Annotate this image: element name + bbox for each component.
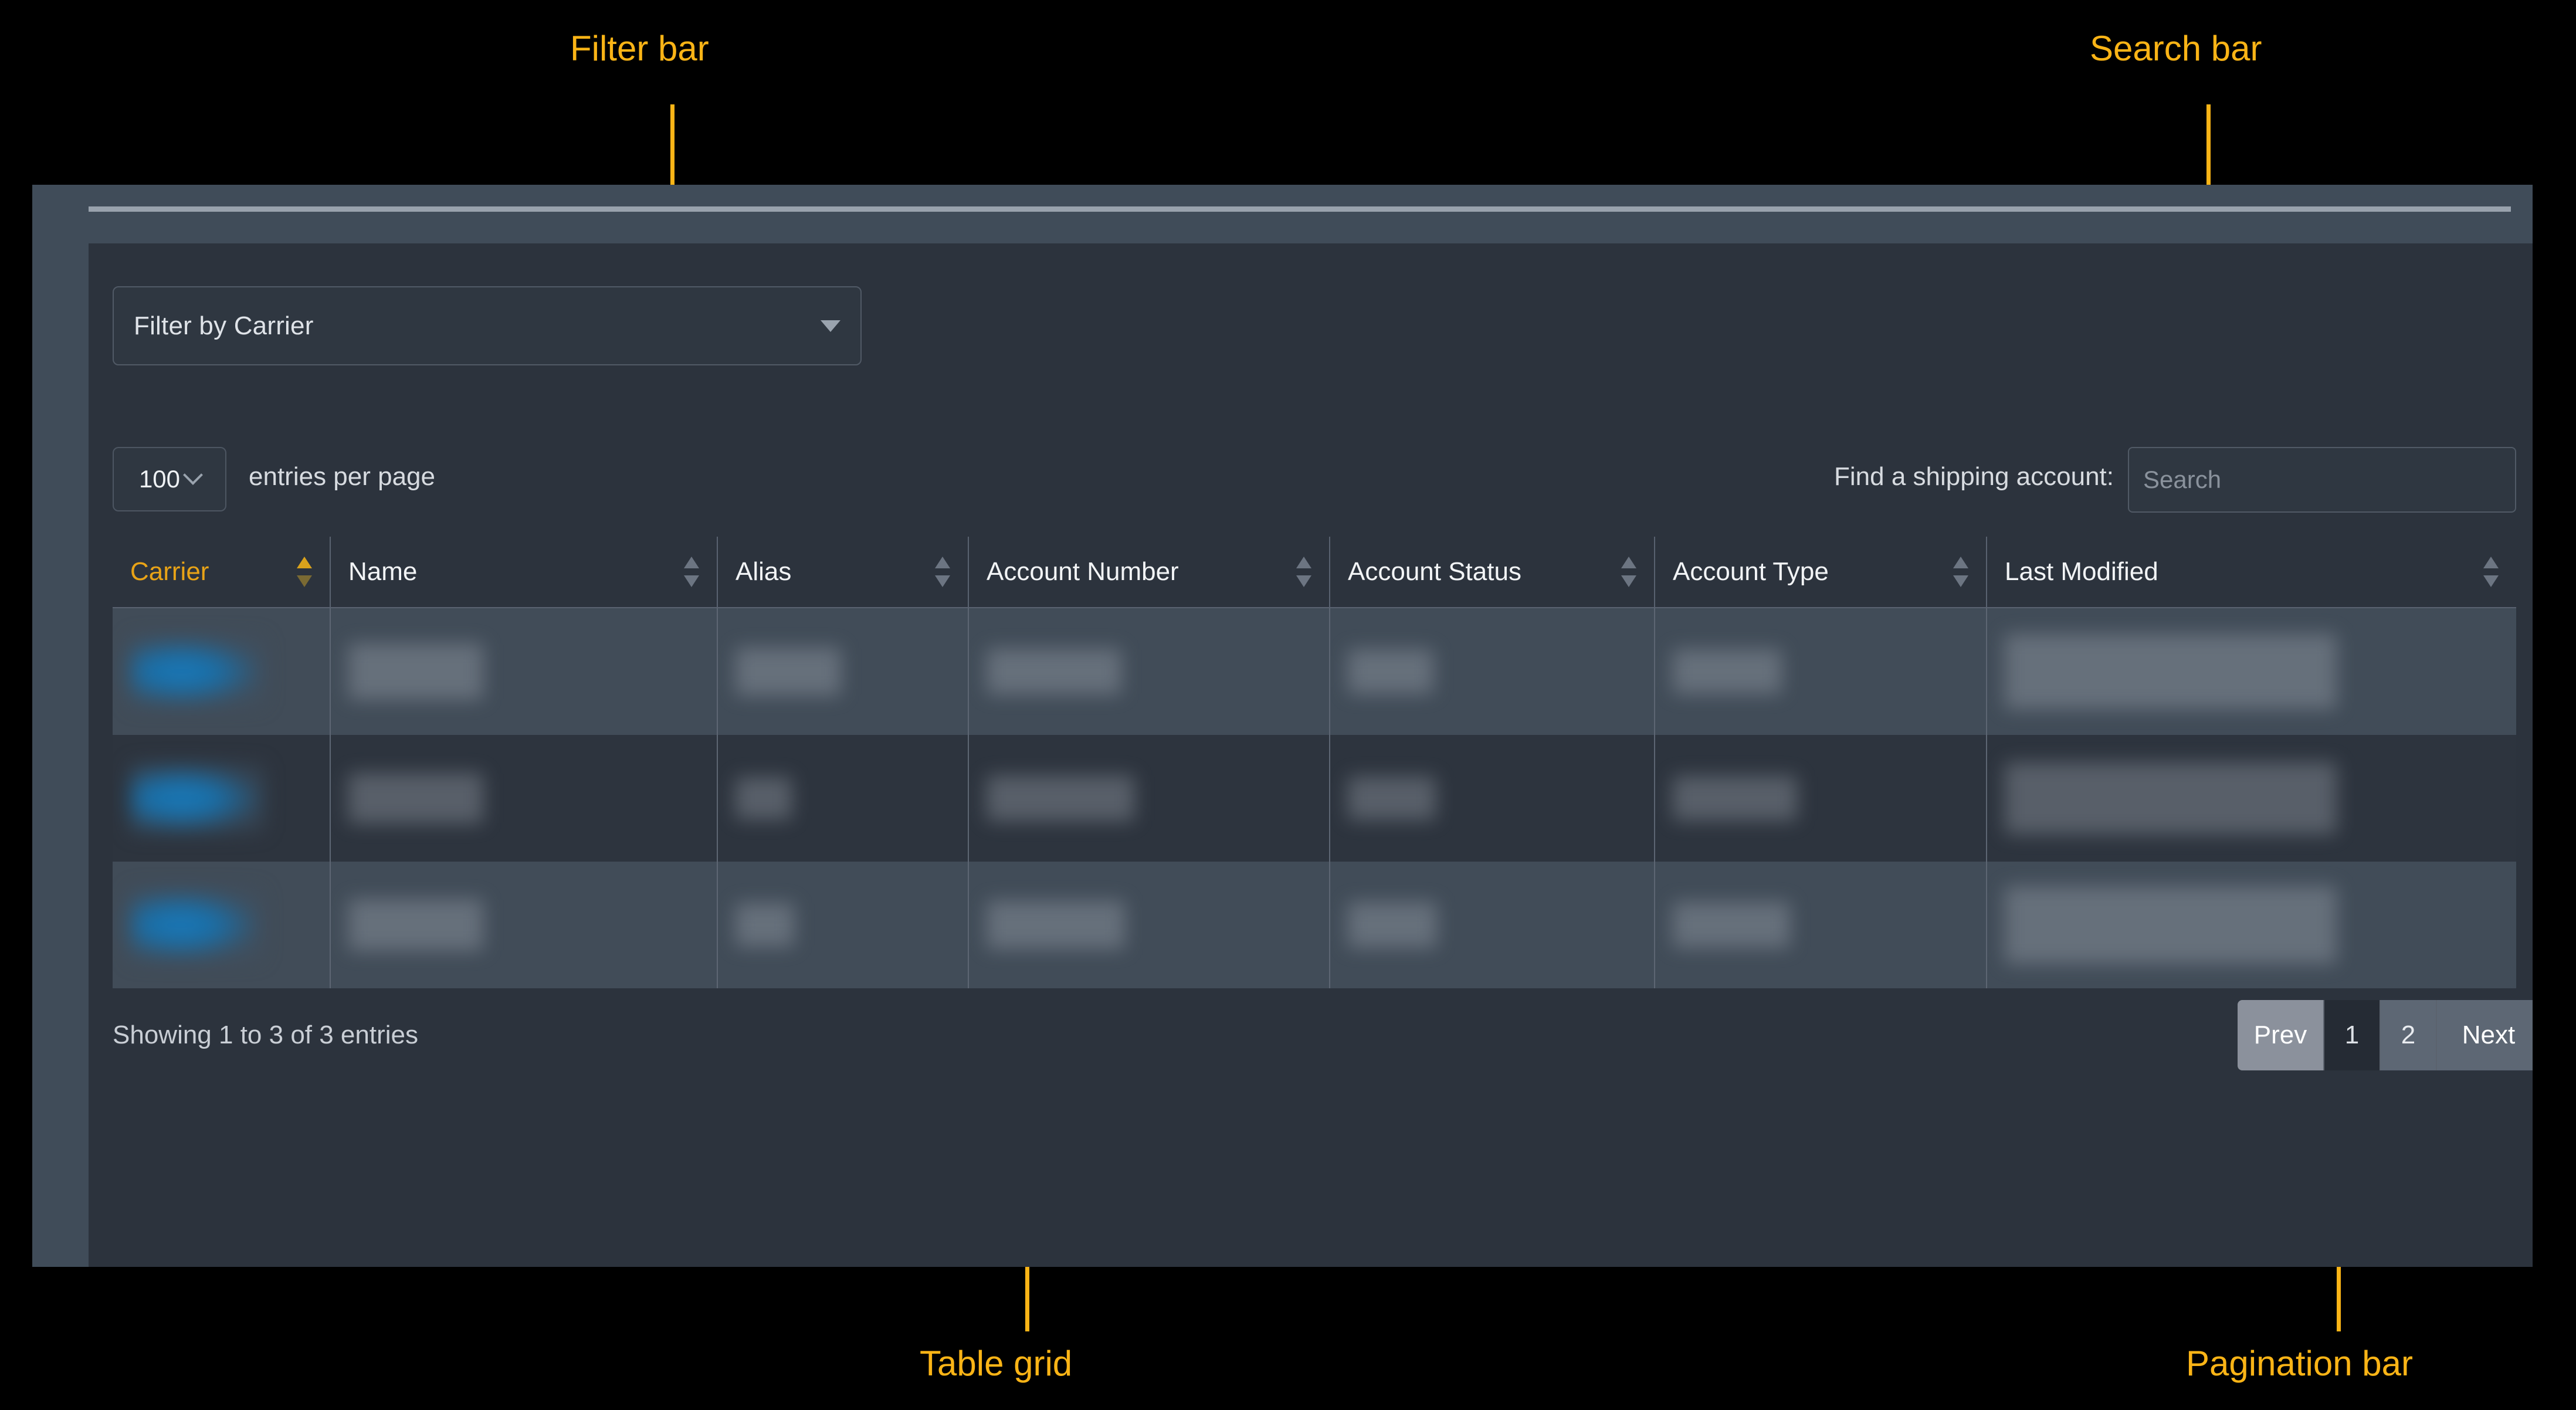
table-body: [113, 608, 2516, 988]
column-label: Last Modified: [2005, 557, 2158, 586]
search-label: Find a shipping account:: [1834, 462, 2114, 491]
entries-per-page-select[interactable]: 100: [113, 447, 226, 511]
cell-last-modified: [1986, 608, 2516, 735]
cell-name: [330, 735, 717, 862]
redacted-value: [1673, 902, 1790, 948]
search-placeholder-text: Search: [2143, 466, 2222, 493]
table-row[interactable]: [113, 608, 2516, 735]
redacted-value: [987, 901, 1125, 949]
shipping-accounts-card: Filter by Carrier 100 entries per page F…: [89, 243, 2533, 1267]
redacted-value: [348, 899, 483, 951]
cell-carrier: [113, 608, 330, 735]
cell-name: [330, 862, 717, 988]
redacted-value: [1673, 649, 1782, 694]
sort-arrows-icon: [935, 555, 950, 588]
cell-account-status: [1329, 862, 1654, 988]
cell-name: [330, 608, 717, 735]
cell-account-number: [968, 735, 1329, 862]
cell-carrier: [113, 735, 330, 862]
search-input[interactable]: Search: [2128, 447, 2516, 513]
cell-alias: [717, 608, 968, 735]
redacted-value: [2005, 886, 2337, 964]
cell-last-modified: [1986, 735, 2516, 862]
redacted-value: [348, 643, 483, 700]
table-toolbar: 100 entries per page Find a shipping acc…: [113, 447, 2516, 513]
column-header-alias[interactable]: Alias: [717, 537, 968, 607]
redacted-value: [1348, 649, 1433, 694]
cell-alias: [717, 735, 968, 862]
cell-account-status: [1329, 735, 1654, 862]
filter-by-carrier-value: Filter by Carrier: [134, 311, 314, 340]
sort-arrows-icon: [1621, 555, 1636, 588]
column-header-account-type[interactable]: Account Type: [1654, 537, 1986, 607]
redacted-value: [735, 648, 841, 696]
annotation-label-pagination-bar: Pagination bar: [2186, 1344, 2413, 1383]
column-label: Account Number: [987, 557, 1179, 586]
sort-arrows-icon: [1953, 555, 1968, 588]
sort-arrows-icon: [2483, 555, 2499, 588]
chevron-down-icon: [183, 465, 204, 485]
cell-account-number: [968, 862, 1329, 988]
cell-account-type: [1654, 608, 1986, 735]
pagination-prev-button[interactable]: Prev: [2238, 1000, 2324, 1070]
annotation-label-filter-bar: Filter bar: [570, 29, 709, 68]
table-row[interactable]: [113, 862, 2516, 988]
pagination-page-1-button[interactable]: 1: [2324, 1000, 2381, 1070]
redacted-carrier-logo: [130, 636, 265, 707]
annotation-label-table-grid: Table grid: [920, 1344, 1073, 1383]
column-label: Alias: [735, 557, 792, 586]
filter-by-carrier-select[interactable]: Filter by Carrier: [113, 286, 862, 365]
redacted-value: [2005, 762, 2337, 834]
table-info-text: Showing 1 to 3 of 3 entries: [113, 1021, 418, 1049]
entries-per-page-label: entries per page: [249, 462, 435, 491]
pagination-bar: Prev 1 2 Next: [2238, 1000, 2533, 1070]
caret-down-icon: [821, 320, 840, 332]
redacted-carrier-logo: [130, 763, 265, 833]
redacted-carrier-logo: [130, 889, 263, 961]
cell-account-number: [968, 608, 1329, 735]
column-header-name[interactable]: Name: [330, 537, 717, 607]
redacted-value: [735, 777, 792, 819]
entries-per-page-value: 100: [138, 465, 181, 493]
annotation-label-search-bar: Search bar: [2090, 29, 2262, 68]
redacted-value: [987, 775, 1134, 821]
column-header-account-status[interactable]: Account Status: [1329, 537, 1654, 607]
redacted-value: [1348, 777, 1436, 820]
cell-account-type: [1654, 735, 1986, 862]
sort-arrows-icon: [297, 555, 312, 588]
app-panel: Filter by Carrier 100 entries per page F…: [32, 185, 2533, 1267]
column-label: Name: [348, 557, 418, 586]
pagination-next-button[interactable]: Next: [2437, 1000, 2533, 1070]
cell-last-modified: [1986, 862, 2516, 988]
redacted-value: [987, 649, 1121, 694]
redacted-value: [348, 773, 483, 823]
redacted-value: [1348, 902, 1437, 948]
cell-account-status: [1329, 608, 1654, 735]
sort-arrows-icon: [1296, 555, 1311, 588]
column-header-carrier[interactable]: Carrier: [113, 537, 330, 607]
column-label: Account Status: [1348, 557, 1521, 586]
column-label: Account Type: [1673, 557, 1829, 586]
cell-alias: [717, 862, 968, 988]
table-grid: Carrier Name Alias Account Number Accoun…: [113, 537, 2516, 989]
table-row[interactable]: [113, 735, 2516, 862]
screenshot-root: Filter bar Search bar Table grid Paginat…: [0, 0, 2576, 1410]
table-header-row: Carrier Name Alias Account Number Accoun…: [113, 537, 2516, 608]
sort-arrows-icon: [684, 555, 699, 588]
redacted-value: [1673, 776, 1797, 821]
cell-carrier: [113, 862, 330, 988]
pagination-page-2-button[interactable]: 2: [2381, 1000, 2437, 1070]
redacted-value: [735, 903, 794, 947]
column-label: Carrier: [130, 557, 209, 586]
redacted-value: [2005, 634, 2337, 709]
column-header-account-number[interactable]: Account Number: [968, 537, 1329, 607]
panel-top-strip: [89, 206, 2511, 212]
cell-account-type: [1654, 862, 1986, 988]
column-header-last-modified[interactable]: Last Modified: [1986, 537, 2516, 607]
